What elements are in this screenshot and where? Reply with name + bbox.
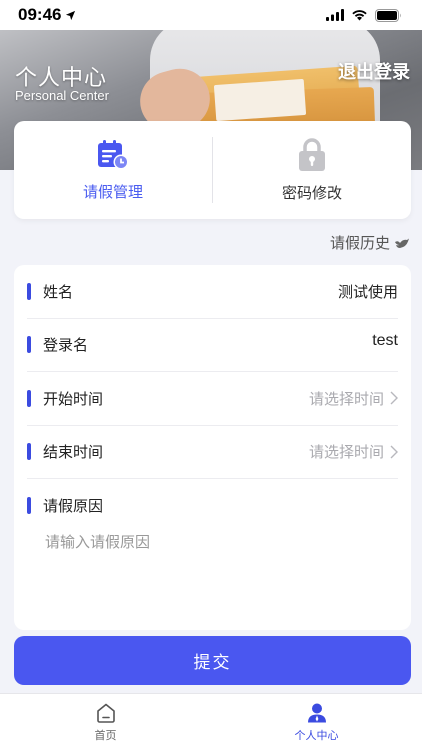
page-subtitle: Personal Center: [15, 88, 109, 103]
home-icon: [96, 703, 115, 723]
submit-button[interactable]: 提交: [14, 636, 411, 685]
wifi-icon: [352, 10, 367, 21]
row-marker: [27, 282, 31, 300]
tab-home-label: 首页: [94, 728, 117, 742]
leave-management-button[interactable]: 请假管理: [14, 121, 212, 219]
change-password-label: 密码修改: [281, 183, 342, 202]
leave-history-label: 请假历史: [329, 234, 390, 252]
name-value: 测试使用: [337, 282, 398, 301]
leave-management-label: 请假管理: [82, 182, 143, 201]
form-row-end-time: 结束时间 请选择时间: [27, 426, 398, 479]
logout-button[interactable]: 退出登录: [338, 58, 410, 84]
chevron-right-icon: [390, 391, 398, 405]
login-name-value: test: [372, 331, 398, 349]
row-marker: [27, 443, 31, 461]
status-time: 09:46: [18, 5, 76, 25]
lock-icon: [299, 137, 325, 171]
tab-personal-center-label: 个人中心: [294, 728, 339, 742]
user-icon: [307, 703, 326, 722]
status-bar: 09:46: [0, 0, 422, 30]
reason-label: 请假原因: [43, 496, 104, 515]
row-marker: [27, 389, 31, 407]
name-label: 姓名: [43, 282, 74, 301]
end-time-placeholder: 请选择时间: [308, 443, 384, 462]
form-row-name: 姓名 测试使用: [27, 265, 398, 319]
row-marker: [27, 336, 31, 354]
start-time-picker[interactable]: 请选择时间: [309, 388, 398, 409]
form-row-start-time: 开始时间 请选择时间: [27, 372, 398, 426]
status-icons: [326, 8, 402, 22]
tab-bar: 首页 个人中心: [0, 693, 422, 750]
leave-history-link[interactable]: 请假历史: [330, 232, 410, 253]
start-time-label: 开始时间: [43, 389, 104, 408]
chevron-right-icon: [390, 445, 398, 459]
status-time-text: 09:46: [18, 5, 62, 24]
calendar-clock-icon: [98, 139, 129, 169]
tab-personal-center[interactable]: 个人中心: [211, 694, 422, 750]
tab-home[interactable]: 首页: [0, 694, 211, 750]
reason-input[interactable]: [27, 533, 398, 551]
form-row-reason: 请假原因: [27, 479, 398, 531]
end-time-label: 结束时间: [43, 443, 104, 462]
leave-form: 姓名 测试使用 登录名 test 开始时间 请选择时间 结束时间 请选择时间 请…: [14, 265, 411, 630]
login-name-label: 登录名: [43, 336, 89, 355]
form-row-login-name: 登录名 test: [27, 319, 398, 372]
start-time-placeholder: 请选择时间: [308, 389, 384, 408]
location-arrow-icon: [66, 10, 76, 20]
battery-icon: [375, 8, 401, 22]
action-card: 请假管理 密码修改: [14, 121, 411, 219]
banner-photo-label: [213, 78, 307, 122]
signal-icon: [326, 9, 344, 21]
row-marker: [27, 496, 31, 514]
bird-icon: [395, 238, 409, 248]
end-time-picker[interactable]: 请选择时间: [309, 441, 398, 462]
change-password-button[interactable]: 密码修改: [213, 121, 411, 219]
